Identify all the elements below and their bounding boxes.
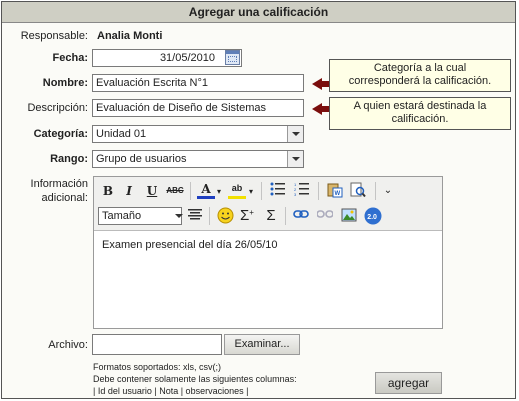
strikethrough-icon[interactable]: ABC	[166, 182, 184, 200]
categoria-select[interactable]: Unidad 01	[92, 125, 304, 143]
numbered-list-icon[interactable]: 123	[293, 182, 311, 200]
formats-note-line3: | Id del usuario | Nota | observaciones …	[93, 386, 249, 396]
toolbar-separator	[318, 182, 319, 200]
informacion-label-line2: adicional:	[41, 192, 88, 204]
smiley-icon[interactable]	[216, 207, 234, 225]
nombre-callout-line1: Categoría a la cual	[373, 62, 467, 74]
image-icon[interactable]	[340, 207, 358, 225]
informacion-label-line1: Información	[30, 178, 88, 190]
nombre-callout-line2: corresponderá la calificación.	[348, 75, 492, 87]
paste-word-icon[interactable]: W	[326, 182, 344, 200]
descripcion-callout-line2: calificación.	[391, 113, 449, 125]
font-color-icon[interactable]: A	[197, 181, 215, 199]
chevron-down-icon[interactable]: ▾	[247, 183, 255, 201]
font-size-select[interactable]: Tamaño	[98, 207, 183, 225]
calendar-icon[interactable]	[225, 50, 240, 65]
chevron-down-icon[interactable]	[287, 126, 303, 142]
svg-text:W: W	[335, 191, 341, 197]
descripcion-label: Descripción:	[27, 102, 88, 114]
toolbar-separator	[190, 182, 191, 200]
sigma-icon[interactable]: Σ	[262, 207, 280, 225]
font-size-select-value: Tamaño	[102, 210, 142, 222]
web2-icon[interactable]: 2.0	[364, 207, 382, 225]
editor-content[interactable]: Examen presencial del día 26/05/10	[102, 239, 278, 251]
nombre-input[interactable]: Evaluación Escrita N°1	[92, 74, 304, 92]
chevron-down-icon[interactable]	[171, 208, 183, 224]
formats-note-line2: Debe contener solamente las siguientes c…	[93, 374, 297, 384]
nombre-label: Nombre:	[42, 77, 88, 89]
nombre-callout: Categoría a la cual corresponderá la cal…	[329, 59, 511, 92]
chevron-down-icon[interactable]: ▾	[215, 183, 223, 201]
dialog-window: Agregar una calificación Responsable: An…	[1, 1, 516, 399]
responsable-value: Analia Monti	[97, 30, 163, 42]
bold-icon[interactable]: B	[99, 182, 117, 200]
sigma-plus-icon[interactable]: Σ+	[238, 207, 256, 225]
agregar-button[interactable]: agregar	[375, 372, 442, 394]
descripcion-callout-line1: A quien estará destinada la	[353, 100, 487, 112]
archivo-input[interactable]	[92, 334, 222, 355]
unlink-icon[interactable]	[316, 207, 334, 225]
nombre-callout-arrow-icon	[312, 78, 322, 90]
dialog-title: Agregar una calificación	[2, 2, 515, 23]
informacion-label: Información adicional:	[6, 177, 88, 205]
bullet-list-icon[interactable]	[269, 182, 287, 200]
formats-note-line1: Formatos soportados: xls, csv(;)	[93, 362, 222, 372]
align-icon[interactable]	[186, 207, 204, 225]
rango-label: Rango:	[50, 153, 88, 165]
chevron-down-icon[interactable]	[287, 151, 303, 167]
highlight-icon[interactable]: ab	[228, 181, 246, 199]
descripcion-input[interactable]: Evaluación de Diseño de Sistemas	[92, 99, 304, 117]
more-icon[interactable]: ⌄	[379, 182, 397, 200]
link-icon[interactable]	[292, 207, 310, 225]
toolbar-separator	[261, 182, 262, 200]
categoria-select-value: Unidad 01	[96, 128, 147, 140]
fecha-label: Fecha:	[52, 52, 88, 64]
fecha-input[interactable]: 31/05/2010	[92, 49, 242, 67]
rango-select-value: Grupo de usuarios	[96, 153, 187, 165]
archivo-label: Archivo:	[48, 339, 88, 351]
descripcion-callout-arrow-icon	[312, 103, 322, 115]
responsable-label: Responsable:	[20, 30, 88, 42]
underline-icon[interactable]: U	[143, 182, 161, 200]
toolbar-separator	[375, 182, 376, 200]
examinar-button[interactable]: Examinar...	[224, 334, 300, 355]
descripcion-callout: A quien estará destinada la calificación…	[329, 97, 511, 130]
preview-icon[interactable]	[349, 182, 367, 200]
formats-note: Formatos soportados: xls, csv(;) Debe co…	[93, 361, 297, 397]
svg-text:3: 3	[294, 192, 297, 196]
categoria-label: Categoría:	[33, 128, 88, 140]
svg-text:2.0: 2.0	[367, 214, 377, 221]
toolbar-separator	[209, 207, 210, 225]
editor-toolbar: B I U ABC A ▾ ab ▾ 123 W ⌄ Tamaño Σ+ Σ 2…	[94, 177, 442, 231]
italic-icon[interactable]: I	[120, 182, 138, 200]
rango-select[interactable]: Grupo de usuarios	[92, 150, 304, 168]
toolbar-separator	[285, 207, 286, 225]
rich-text-editor: B I U ABC A ▾ ab ▾ 123 W ⌄ Tamaño Σ+ Σ 2…	[93, 176, 443, 329]
